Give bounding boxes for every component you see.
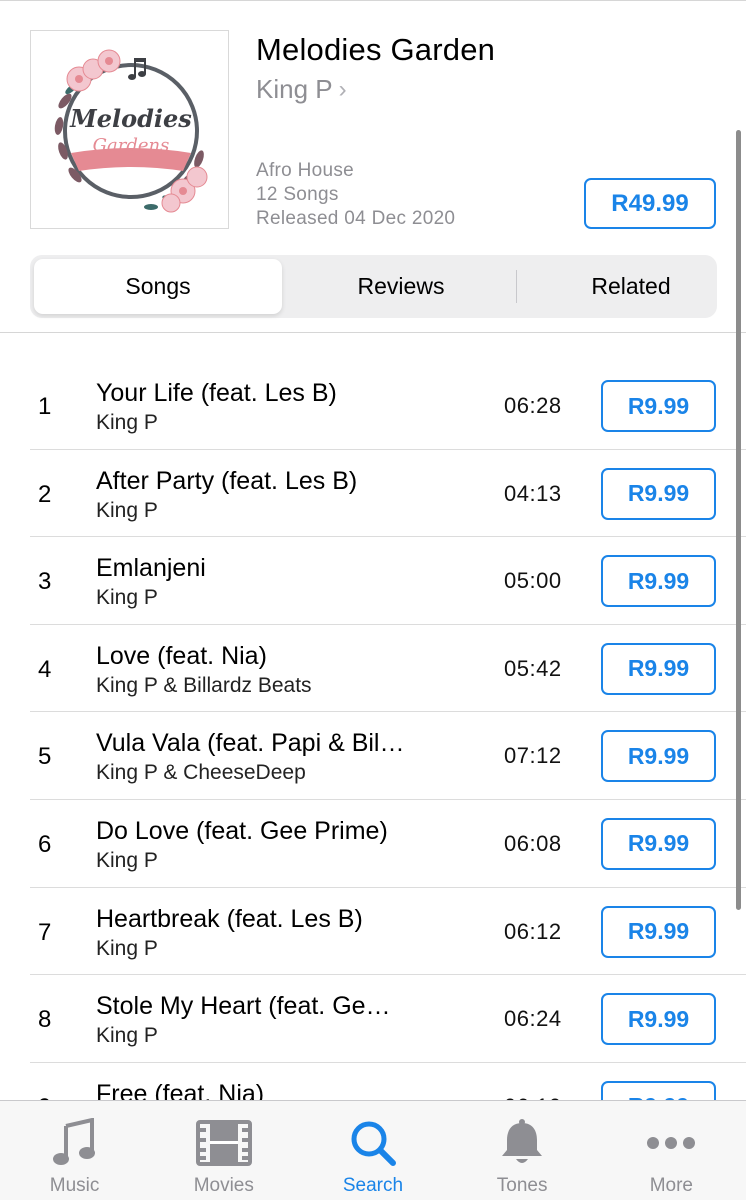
section-divider: [0, 332, 746, 333]
track-number: 7: [38, 918, 52, 946]
song-row[interactable]: 8 Stole My Heart (feat. Ge… King P 06:24 R9.…: [0, 975, 746, 1063]
song-title: Free (feat. Nia): [96, 1079, 265, 1100]
album-release-date: Released 04 Dec 2020: [256, 208, 456, 229]
svg-text:Melodies: Melodies: [69, 104, 192, 133]
album-artwork-image: Melodies Gardens: [54, 49, 208, 213]
tabbar-label-tones: Tones: [496, 1175, 548, 1196]
track-number: 1: [38, 393, 52, 420]
buy-song-button[interactable]: R9.99: [601, 817, 716, 870]
song-title: Your Life (feat. Les B): [96, 379, 337, 407]
song-artist: King P: [96, 498, 158, 522]
segmented-control: Songs Reviews Related: [30, 255, 717, 318]
song-duration: 05:00: [504, 568, 562, 594]
tab-songs[interactable]: Songs: [34, 259, 282, 314]
segment-divider: [516, 270, 517, 303]
song-artist: King P: [96, 936, 158, 960]
song-duration: 07:12: [504, 743, 562, 769]
buy-song-button[interactable]: R9.99: [601, 905, 716, 958]
music-note-icon: [47, 1117, 103, 1169]
song-row[interactable]: 2 After Party (feat. Les B) King P 04:13 R9.…: [0, 450, 746, 538]
song-title: Love (feat. Nia): [96, 641, 267, 670]
buy-album-button[interactable]: R49.99: [584, 178, 716, 229]
artist-link[interactable]: King P ›: [256, 74, 347, 105]
song-duration: 06:28: [504, 393, 562, 418]
tabbar-item-more[interactable]: More: [597, 1101, 746, 1200]
song-row[interactable]: 3 Emlanjeni King P 05:00 R9.99: [0, 537, 746, 625]
artist-name: King P: [256, 74, 333, 104]
tabbar-label-search: Search: [342, 1175, 404, 1196]
svg-text:Gardens: Gardens: [93, 135, 170, 156]
buy-song-button[interactable]: R9.99: [601, 1080, 716, 1100]
tab-reviews[interactable]: Reviews: [286, 259, 516, 314]
song-row[interactable]: 1 Your Life (feat. Les B) King P 06:28 R9.99: [0, 362, 746, 450]
song-artist: King P & Billardz Beats: [96, 673, 312, 697]
track-number: 3: [38, 568, 52, 596]
tabbar-item-search[interactable]: Search: [298, 1101, 447, 1200]
song-title: After Party (feat. Les B): [96, 466, 358, 495]
song-duration: 05:42: [504, 655, 562, 681]
song-artist: King P: [96, 411, 158, 434]
album-artwork[interactable]: Melodies Gardens: [30, 30, 229, 229]
buy-song-button[interactable]: R9.99: [601, 467, 716, 520]
song-artist: King P & CheeseDeep: [96, 761, 306, 785]
buy-song-button[interactable]: R9.99: [601, 730, 716, 783]
album-title: Melodies Garden: [256, 32, 496, 67]
song-artist: King P: [96, 1024, 158, 1048]
top-divider: [0, 0, 746, 1]
tabbar-item-tones[interactable]: Tones: [448, 1101, 597, 1200]
bell-icon: [494, 1117, 550, 1169]
tabbar-item-movies[interactable]: Movies: [149, 1101, 298, 1200]
song-list: 1 Your Life (feat. Les B) King P 06:28 R9.99…: [0, 362, 746, 1100]
tabbar-label-music: Music: [49, 1175, 100, 1196]
song-duration: 04:13: [504, 480, 562, 506]
track-number: 5: [38, 743, 52, 771]
album-genre: Afro House: [256, 160, 355, 181]
ellipsis-icon: [643, 1117, 699, 1169]
scrollbar[interactable]: [736, 130, 741, 910]
track-number: 6: [38, 830, 52, 858]
track-number: 2: [38, 480, 52, 508]
song-row[interactable]: 5 Vula Vala (feat. Papi & Bil… King P & Ch…: [0, 712, 746, 800]
song-row[interactable]: 4 Love (feat. Nia) King P & Billardz Beats…: [0, 625, 746, 713]
tabbar-item-music[interactable]: Music: [0, 1101, 149, 1200]
song-duration: 06:08: [504, 830, 562, 856]
song-duration: 06:12: [504, 918, 562, 944]
tab-bar: Music Movies Search Tones More: [0, 1100, 746, 1200]
song-title: Emlanjeni: [96, 554, 206, 583]
album-song-count: 12 Songs: [256, 184, 339, 205]
buy-song-button[interactable]: R9.99: [601, 642, 716, 695]
tabbar-label-movies: Movies: [193, 1175, 254, 1196]
song-title: Do Love (feat. Gee Prime): [96, 816, 388, 845]
song-row[interactable]: 6 Do Love (feat. Gee Prime) King P 06:08 R9.…: [0, 800, 746, 888]
film-strip-icon: [195, 1117, 252, 1169]
buy-song-button[interactable]: R9.99: [601, 993, 716, 1046]
song-artist: King P: [96, 586, 158, 610]
buy-song-button[interactable]: R9.99: [601, 555, 716, 608]
song-title: Stole My Heart (feat. Ge…: [96, 992, 391, 1021]
song-artist: King P: [96, 848, 158, 872]
buy-song-button[interactable]: R9.99: [601, 380, 716, 432]
track-number: 8: [38, 1006, 52, 1034]
search-icon: [345, 1117, 401, 1169]
song-title: Vula Vala (feat. Papi & Bil…: [96, 729, 405, 758]
song-row[interactable]: 7 Heartbreak (feat. Les B) King P 06:12 R9.9…: [0, 888, 746, 976]
tab-related[interactable]: Related: [518, 259, 744, 314]
song-title: Heartbreak (feat. Les B): [96, 904, 363, 933]
song-duration: 06:24: [504, 1006, 562, 1032]
tabbar-label-more: More: [649, 1175, 693, 1196]
song-row[interactable]: 9Free (feat. Nia)King P06:10R9.99: [0, 1063, 746, 1100]
chevron-right-icon: ›: [338, 75, 347, 103]
track-number: 4: [38, 655, 52, 683]
